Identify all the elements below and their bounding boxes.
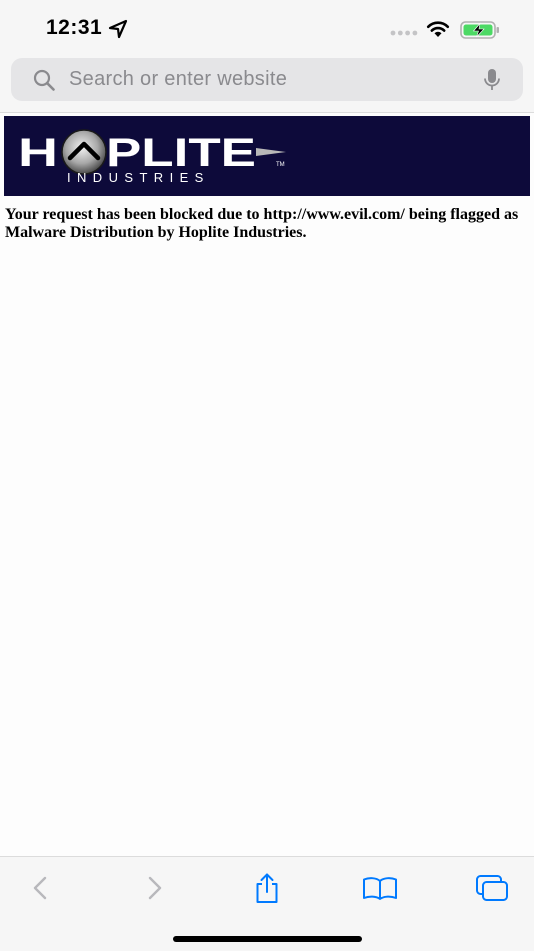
forward-icon (148, 876, 162, 900)
status-time: 12:31 (46, 16, 103, 39)
share-icon (256, 873, 278, 903)
home-indicator (173, 936, 362, 942)
microphone-icon[interactable] (483, 68, 501, 92)
web-page-content: H PLITE TM INDUSTRIES Your request has b… (0, 113, 534, 855)
svg-text:INDUSTRIES: INDUSTRIES (67, 170, 210, 185)
url-bar-area: Search or enter website (0, 56, 534, 113)
share-button[interactable] (247, 871, 287, 905)
bookmarks-icon (363, 877, 397, 900)
hoplite-industries-logo: H PLITE TM INDUSTRIES (18, 129, 286, 185)
blocked-request-message: Your request has been blocked due to htt… (5, 206, 519, 241)
svg-text:TM: TM (276, 162, 285, 168)
battery-charging-icon (460, 21, 499, 39)
location-arrow-icon (108, 19, 128, 39)
tabs-icon (476, 875, 508, 901)
tabs-button[interactable] (472, 871, 512, 905)
svg-text:PLITE: PLITE (106, 131, 256, 175)
wifi-icon (426, 21, 450, 37)
address-placeholder[interactable]: Search or enter website (69, 68, 287, 91)
cellular-signal-icon (390, 30, 418, 36)
back-icon (33, 876, 47, 900)
forward-button[interactable] (135, 871, 175, 905)
bookmarks-button[interactable] (360, 871, 400, 905)
svg-text:H: H (18, 131, 58, 175)
status-bar: 12:31 (0, 0, 534, 56)
back-button[interactable] (20, 871, 60, 905)
bottom-toolbar (0, 856, 534, 951)
address-bar[interactable]: Search or enter website (11, 58, 523, 101)
hoplite-banner: H PLITE TM INDUSTRIES (4, 116, 530, 196)
search-icon (33, 69, 55, 91)
